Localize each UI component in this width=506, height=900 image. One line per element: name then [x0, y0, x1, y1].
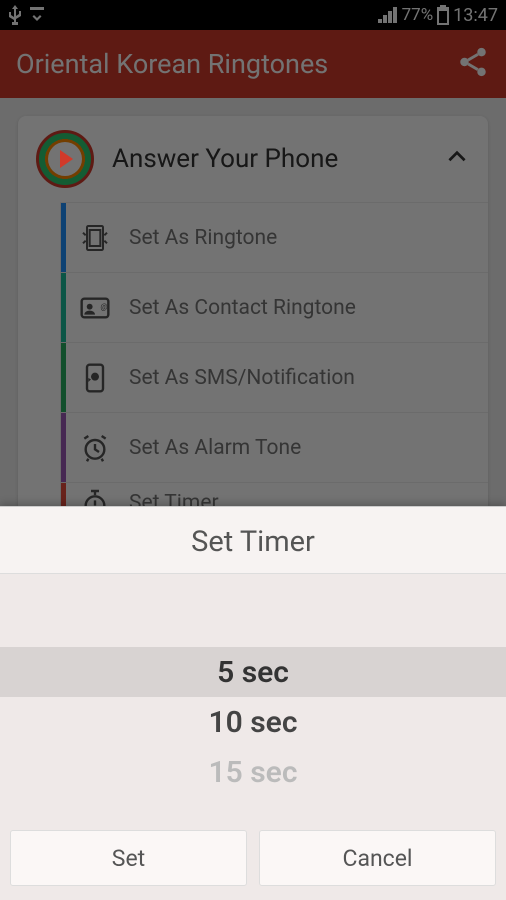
screen: 77% 13:47 Oriental Korean Ringtones Answ…	[0, 0, 506, 900]
dialog-title: Set Timer	[0, 507, 506, 574]
set-button[interactable]: Set	[10, 830, 247, 886]
picker-row-empty	[0, 607, 506, 647]
play-icon	[60, 150, 73, 168]
picker-row-next[interactable]: 10 sec	[0, 697, 506, 747]
dialog-actions: Set Cancel	[0, 822, 506, 900]
picker-row-after[interactable]: 15 sec	[0, 747, 506, 797]
picker-row-selected[interactable]: 5 sec	[0, 647, 506, 697]
timer-picker[interactable]: 5 sec 10 sec 15 sec	[0, 592, 506, 812]
cancel-button[interactable]: Cancel	[259, 830, 496, 886]
set-timer-dialog: Set Timer 5 sec 10 sec 15 sec Set Cancel	[0, 506, 506, 900]
